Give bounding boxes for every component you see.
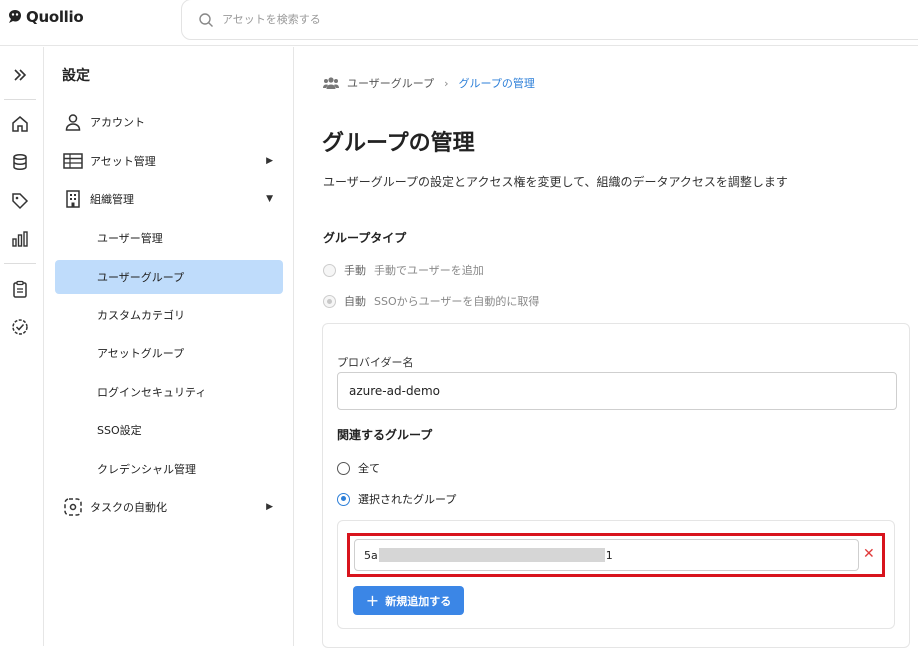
clipboard-icon[interactable] bbox=[8, 277, 32, 301]
sidebar-item-label: 組織管理 bbox=[90, 193, 134, 206]
user-icon bbox=[62, 111, 84, 133]
automation-icon bbox=[62, 496, 84, 518]
sidebar-item-asset-group[interactable]: アセットグループ bbox=[55, 336, 283, 370]
main-content: ユーザーグループ › グループの管理 グループの管理 ユーザーグループの設定とア… bbox=[295, 47, 918, 648]
provider-name-label: プロバイダー名 bbox=[337, 356, 414, 369]
database-icon[interactable] bbox=[8, 150, 32, 174]
option-label: 手動 bbox=[344, 264, 366, 277]
sidebar-item-sso-settings[interactable]: SSO設定 bbox=[55, 413, 283, 447]
table-icon bbox=[62, 150, 84, 172]
group-id-prefix: 5a bbox=[364, 548, 378, 562]
top-bar: Quollio bbox=[0, 0, 918, 46]
check-circle-icon[interactable] bbox=[8, 315, 32, 339]
chevron-right-icon: ▶ bbox=[266, 502, 273, 512]
related-selected-option[interactable]: 選択されたグループ bbox=[337, 491, 456, 507]
page-title: グループの管理 bbox=[322, 131, 475, 156]
search-bar[interactable] bbox=[181, 0, 918, 40]
manual-radio[interactable] bbox=[323, 263, 336, 277]
group-type-label: グループタイプ bbox=[323, 231, 407, 245]
group-id-suffix: 1 bbox=[605, 548, 613, 562]
selected-radio[interactable] bbox=[337, 492, 350, 506]
breadcrumb-current: グループの管理 bbox=[458, 77, 535, 90]
users-icon bbox=[323, 77, 339, 89]
add-new-label: 新規追加する bbox=[385, 594, 452, 608]
app-name: Quollio bbox=[26, 8, 84, 26]
related-groups-label: 関連するグループ bbox=[337, 428, 433, 442]
sidebar-item-user-group[interactable]: ユーザーグループ bbox=[55, 260, 283, 294]
sidebar-item-task-automation[interactable]: タスクの自動化 ▶ bbox=[55, 490, 283, 524]
provider-name-field[interactable]: azure-ad-demo bbox=[337, 372, 897, 410]
expand-icon[interactable] bbox=[8, 63, 32, 87]
option-description: 手動でユーザーを追加 bbox=[374, 264, 484, 277]
group-id-field[interactable]: 5a 1 bbox=[354, 539, 859, 571]
option-label: 全て bbox=[358, 462, 380, 475]
sidebar-item-credential-management[interactable]: クレデンシャル管理 bbox=[55, 452, 283, 486]
option-label: 自動 bbox=[344, 295, 366, 308]
building-icon bbox=[62, 188, 84, 210]
selected-groups-panel: 5a 1 ✕ + 新規追加する bbox=[337, 520, 895, 629]
rail-divider bbox=[4, 99, 36, 100]
tag-icon[interactable] bbox=[8, 189, 32, 213]
icon-rail bbox=[0, 47, 44, 646]
add-new-button[interactable]: + 新規追加する bbox=[353, 586, 464, 615]
home-icon[interactable] bbox=[8, 112, 32, 136]
page-description: ユーザーグループの設定とアクセス権を変更して、組織のデータアクセスを調整します bbox=[323, 175, 788, 189]
settings-sidebar: 設定 アカウント アセット管理 ▶ 組織管理 ▼ ユーザー管理 ユーザーグループ… bbox=[44, 47, 294, 646]
chevron-right-icon: ▶ bbox=[266, 156, 273, 166]
sidebar-item-asset-management[interactable]: アセット管理 ▶ bbox=[55, 144, 283, 178]
group-type-auto-option[interactable]: 自動 SSOからユーザーを自動的に取得 bbox=[323, 293, 539, 309]
breadcrumb-parent[interactable]: ユーザーグループ bbox=[347, 75, 434, 91]
close-icon[interactable]: ✕ bbox=[863, 544, 875, 564]
rail-divider bbox=[4, 263, 36, 264]
breadcrumb: ユーザーグループ › グループの管理 bbox=[323, 75, 535, 91]
chart-icon[interactable] bbox=[8, 227, 32, 251]
sidebar-item-label: アセット管理 bbox=[90, 155, 156, 168]
all-radio[interactable] bbox=[337, 461, 350, 475]
related-all-option[interactable]: 全て bbox=[337, 460, 380, 476]
group-type-manual-option[interactable]: 手動 手動でユーザーを追加 bbox=[323, 262, 484, 278]
option-description: SSOからユーザーを自動的に取得 bbox=[374, 295, 540, 308]
chevron-down-icon: ▼ bbox=[266, 194, 273, 204]
logo[interactable]: Quollio bbox=[6, 8, 84, 26]
option-label: 選択されたグループ bbox=[358, 493, 457, 506]
sidebar-item-login-security[interactable]: ログインセキュリティ bbox=[55, 375, 283, 409]
sidebar-item-custom-category[interactable]: カスタムカテゴリ bbox=[55, 298, 283, 332]
sidebar-item-user-management[interactable]: ユーザー管理 bbox=[55, 221, 283, 255]
sidebar-item-org-management[interactable]: 組織管理 ▼ bbox=[55, 182, 283, 216]
chevron-right-icon: › bbox=[444, 76, 449, 90]
search-input[interactable] bbox=[222, 13, 822, 26]
redaction-mask bbox=[378, 548, 605, 562]
sidebar-title: 設定 bbox=[62, 68, 90, 84]
auto-radio[interactable] bbox=[323, 294, 336, 308]
search-icon bbox=[199, 12, 213, 27]
quollio-logo-icon bbox=[9, 10, 21, 23]
sidebar-item-label: アカウント bbox=[90, 116, 145, 129]
sidebar-item-label: タスクの自動化 bbox=[90, 501, 167, 514]
plus-icon: + bbox=[365, 590, 380, 610]
auto-settings-card: プロバイダー名 azure-ad-demo 関連するグループ 全て 選択されたグ… bbox=[322, 323, 910, 648]
sidebar-item-account[interactable]: アカウント bbox=[55, 105, 283, 139]
highlight-box: 5a 1 ✕ bbox=[347, 533, 885, 577]
